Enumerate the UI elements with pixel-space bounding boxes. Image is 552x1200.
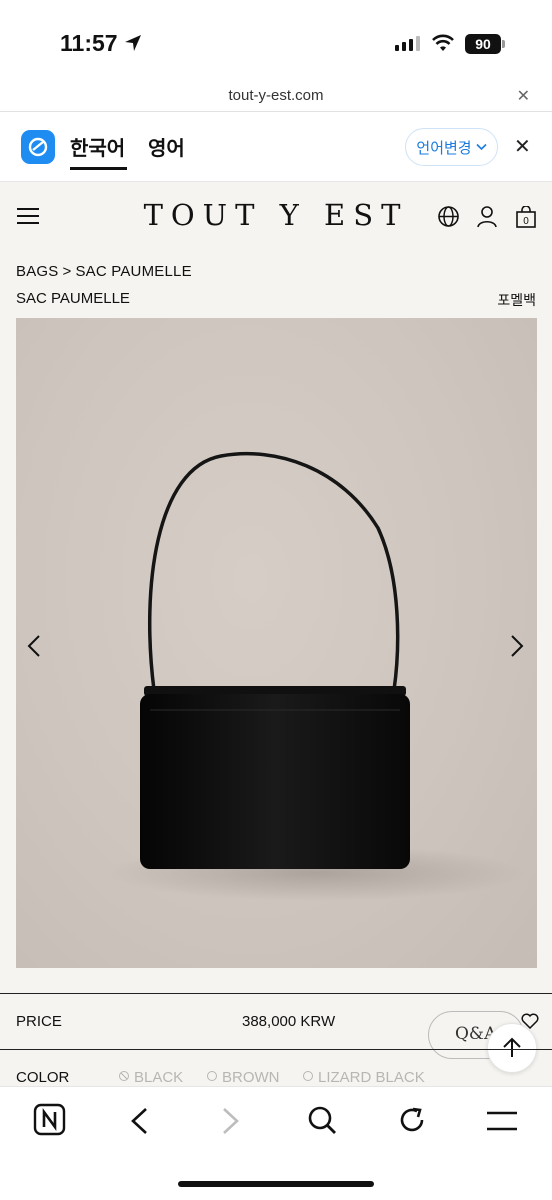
breadcrumb: BAGS > SAC PAUMELLE bbox=[16, 263, 192, 280]
next-image-arrow-icon[interactable] bbox=[510, 634, 524, 658]
globe-icon[interactable] bbox=[437, 205, 460, 228]
brand-logo[interactable]: TOUT Y EST bbox=[0, 198, 552, 232]
battery-icon: 90 bbox=[465, 34, 501, 54]
color-option-lizard-black[interactable]: LIZARD BLACK bbox=[303, 1069, 425, 1086]
wifi-icon bbox=[432, 34, 454, 51]
forward-arrow-icon[interactable] bbox=[222, 1107, 240, 1135]
change-language-label: 언어변경 bbox=[416, 138, 472, 157]
url-text[interactable]: tout-y-est.com bbox=[0, 87, 552, 104]
cart-count: 0 bbox=[523, 216, 529, 227]
color-option-brown[interactable]: BROWN bbox=[207, 1069, 280, 1086]
search-icon[interactable] bbox=[307, 1105, 337, 1135]
home-indicator bbox=[178, 1181, 374, 1187]
chevron-down-icon bbox=[476, 143, 487, 151]
tab-english[interactable]: 영어 bbox=[148, 132, 185, 161]
back-arrow-icon[interactable] bbox=[130, 1107, 148, 1135]
site-header: TOUT Y EST 0 bbox=[0, 182, 552, 252]
location-arrow-icon bbox=[125, 35, 141, 51]
change-language-button[interactable]: 언어변경 bbox=[405, 128, 498, 166]
refresh-icon[interactable] bbox=[397, 1105, 427, 1135]
naver-home-icon[interactable] bbox=[33, 1103, 66, 1136]
signal-icon bbox=[395, 36, 420, 51]
status-bar: 11:57 90 bbox=[0, 0, 552, 84]
translate-bar: 한국어 영어 언어변경 ✕ bbox=[0, 112, 552, 182]
scroll-top-button[interactable] bbox=[487, 1023, 537, 1073]
account-icon[interactable] bbox=[476, 205, 498, 228]
status-time: 11:57 bbox=[60, 30, 118, 56]
breadcrumb-current: SAC PAUMELLE bbox=[75, 263, 192, 280]
active-tab-indicator bbox=[70, 167, 127, 170]
product-image[interactable] bbox=[16, 318, 537, 968]
tab-korean[interactable]: 한국어 bbox=[70, 132, 125, 161]
price-value: 388,000 KRW bbox=[242, 1013, 336, 1030]
close-translate-icon[interactable]: ✕ bbox=[514, 134, 531, 158]
product-name: SAC PAUMELLE bbox=[16, 290, 130, 307]
color-label: COLOR bbox=[16, 1069, 70, 1086]
color-option-black[interactable]: BLACK bbox=[119, 1069, 183, 1086]
divider bbox=[0, 993, 552, 994]
price-label: PRICE bbox=[16, 1013, 62, 1030]
breadcrumb-category[interactable]: BAGS bbox=[16, 263, 58, 280]
menu-lines-icon[interactable] bbox=[486, 1111, 518, 1131]
prev-image-arrow-icon[interactable] bbox=[27, 634, 41, 658]
translate-logo-icon bbox=[21, 130, 55, 164]
divider bbox=[0, 1049, 552, 1050]
url-bar[interactable]: tout-y-est.com ✕ bbox=[0, 84, 552, 112]
bag-illustration bbox=[106, 451, 526, 901]
breadcrumb-separator: > bbox=[62, 263, 72, 280]
cart-icon[interactable]: 0 bbox=[515, 206, 537, 228]
product-name-korean: 포멜백 bbox=[497, 293, 536, 309]
close-icon[interactable]: ✕ bbox=[517, 86, 530, 105]
arrow-up-icon bbox=[503, 1037, 521, 1057]
battery-tip bbox=[502, 40, 505, 48]
